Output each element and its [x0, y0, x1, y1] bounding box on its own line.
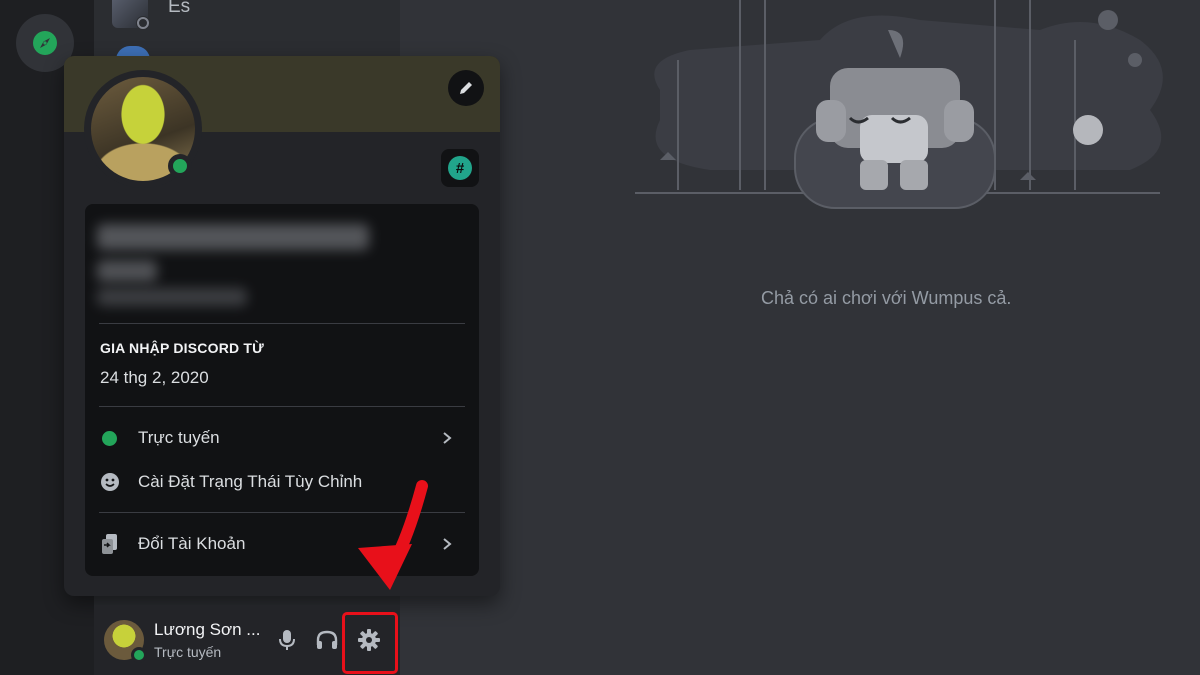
dm-name: Es	[168, 0, 191, 17]
blurred-text	[97, 288, 247, 306]
menu-item-online-status[interactable]: Trực tuyến	[100, 422, 464, 454]
headphones-icon	[316, 630, 338, 649]
user-status: Trực tuyến	[154, 644, 222, 660]
annotation-arrow	[358, 480, 428, 590]
wumpus-illustration	[635, 0, 1163, 209]
smiley-icon	[101, 473, 119, 491]
profile-avatar[interactable]	[84, 70, 202, 188]
online-status-dot	[102, 430, 117, 446]
deafen-button[interactable]	[312, 625, 342, 655]
username[interactable]: Lương Sơn ...	[154, 620, 260, 640]
online-status-icon	[131, 647, 147, 663]
blurred-username	[97, 224, 369, 250]
chevron-right-icon	[443, 432, 452, 444]
chevron-right-icon	[443, 538, 452, 550]
user-avatar[interactable]	[104, 620, 147, 663]
pencil-icon	[460, 82, 472, 94]
joined-label: GIA NHẬP DISCORD TỪ	[100, 340, 264, 356]
offline-status-icon	[136, 16, 150, 30]
menu-item-label: Cài Đặt Trạng Thái Tùy Chỉnh	[138, 472, 363, 491]
mute-microphone-button[interactable]	[272, 625, 302, 655]
menu-item-label: Trực tuyến	[138, 428, 220, 447]
divider	[99, 323, 465, 324]
joined-date: 24 thg 2, 2020	[100, 368, 209, 387]
dm-list-item[interactable]: Es	[112, 0, 191, 30]
hashtag-badge[interactable]: #	[441, 149, 479, 187]
switch-account-icon	[102, 534, 117, 554]
highlight-box	[342, 612, 398, 674]
dm-avatar	[112, 0, 150, 30]
blurred-text	[97, 260, 157, 282]
user-panel: Lương Sơn ... Trực tuyến	[94, 605, 400, 675]
compass-icon	[33, 31, 57, 55]
hashtag-icon: #	[448, 156, 472, 180]
menu-item-label: Đổi Tài Khoản	[138, 534, 246, 553]
online-status-icon	[168, 154, 192, 178]
empty-state-message: Chả có ai chơi với Wumpus cả.	[761, 288, 1012, 308]
edit-profile-button[interactable]	[448, 70, 484, 106]
microphone-icon	[279, 630, 295, 650]
divider	[99, 406, 465, 407]
